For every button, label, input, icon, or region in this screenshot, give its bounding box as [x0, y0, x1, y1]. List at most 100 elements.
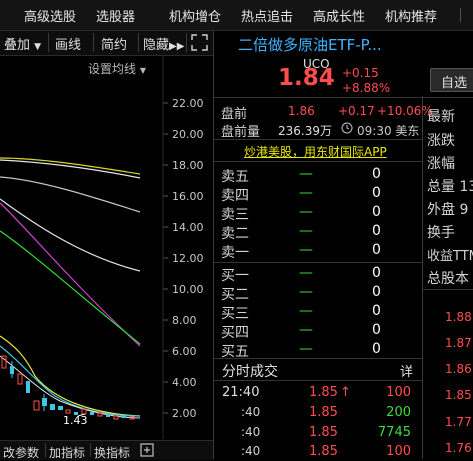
simple-mode-button[interactable]: 简约: [101, 34, 127, 53]
nav-divider: [460, 8, 461, 22]
promo-link[interactable]: 炒港美股，用东财国际APP: [244, 143, 387, 160]
bid-price: —: [299, 303, 313, 319]
tick-price: 1.85: [309, 405, 338, 420]
ask-level-label: 卖四: [221, 188, 249, 204]
price-axis: 22.00 20.00 18.00 16.00 14.00 12.00 10.00 8.00 6…: [163, 97, 204, 420]
bid-volume: 0: [372, 322, 381, 338]
nav-stock-screener[interactable]: 选股器: [96, 6, 135, 25]
divider: [214, 380, 422, 381]
nav-high-growth[interactable]: 高成长性: [313, 6, 365, 25]
ask-level-label: 卖二: [221, 226, 249, 242]
chart-bottom-toolbar: 改参数 加指标 换指标: [0, 440, 213, 460]
stat-change: 涨跌: [427, 133, 455, 149]
stat-total-volume: 总量 13: [427, 179, 473, 195]
stock-name[interactable]: 二倍做多原油ETF-P...: [238, 34, 382, 55]
ask-price: —: [299, 204, 313, 220]
change-params-button[interactable]: 改参数: [3, 444, 39, 461]
overlay-button[interactable]: 叠加 ▼: [4, 34, 41, 53]
fullscreen-icon[interactable]: [191, 34, 208, 51]
ask-price: —: [299, 185, 313, 201]
nav-hot-topics[interactable]: 热点追击: [241, 6, 293, 25]
tick-volume: 100: [386, 385, 411, 400]
expand-icon[interactable]: [140, 443, 154, 457]
divider: [214, 262, 422, 263]
tick-time: :40: [241, 405, 261, 419]
chart-toolbar: 叠加 ▼ 画线 简约 隐藏▶▶: [0, 31, 213, 56]
tick-detail-button[interactable]: 详: [400, 361, 413, 380]
bid-price: —: [299, 265, 313, 281]
arrow-up-icon: ↑: [339, 385, 351, 400]
price-change-pct: +8.88%: [342, 81, 391, 95]
price-axis-label: 22.00: [172, 97, 204, 110]
price-axis-label: 18.00: [172, 159, 204, 172]
divider: [423, 289, 473, 290]
tick-volume: 100: [386, 444, 411, 459]
divider: [214, 97, 473, 98]
ladder-price: 1.88: [445, 310, 472, 324]
toolbar-divider: [186, 33, 187, 52]
top-nav-bar: 高级选股 选股器 机构增仓 热点追击 高成长性 机构推荐: [0, 0, 473, 31]
premarket-volume: 236.39万: [278, 124, 332, 138]
tick-time: 21:40: [222, 385, 260, 400]
ladder-price: 1.86: [445, 362, 472, 376]
add-indicator-button[interactable]: 加指标: [49, 444, 85, 461]
add-watchlist-button[interactable]: 自选: [430, 68, 473, 92]
ask-price: —: [299, 223, 313, 239]
ma-line-white: [0, 159, 141, 179]
add-watchlist-label: 自选: [441, 76, 468, 91]
ladder-price: 1.77: [445, 415, 472, 429]
price-axis-label: 14.00: [172, 221, 204, 234]
tick-price: 1.85: [309, 444, 338, 459]
candlestick-chart[interactable]: 22.00 20.00 18.00 16.00 14.00 12.00 10.00 8.00 6…: [0, 56, 213, 439]
stat-change-pct: 涨幅: [427, 156, 455, 172]
price-axis-label: 6.00: [172, 345, 197, 358]
panel-divider: [213, 31, 214, 459]
ma-line-light: [0, 198, 141, 272]
premarket-volume-label: 盘前量: [221, 125, 261, 140]
bid-volume: 0: [372, 284, 381, 300]
hide-button[interactable]: 隐藏▶▶: [143, 34, 184, 53]
tick-price: 1.85 ↑: [309, 385, 351, 400]
ma-line-green: [0, 230, 141, 345]
price-axis-label: 20.00: [172, 128, 204, 141]
bid-level-label: 买二: [221, 287, 249, 303]
toolbar-divider: [48, 33, 49, 52]
tick-volume: 200: [386, 405, 411, 420]
price-change: +0.15: [342, 66, 379, 80]
ma-line-cyan: [0, 345, 141, 417]
divider: [214, 161, 422, 162]
bid-price: —: [299, 341, 313, 357]
tick-price: 1.85: [309, 425, 338, 440]
premarket-change-pct: +10.06%: [377, 104, 433, 118]
stat-latest: 最新: [427, 109, 455, 125]
draw-line-button[interactable]: 画线: [55, 34, 81, 53]
switch-indicator-button[interactable]: 换指标: [94, 444, 130, 461]
divider: [214, 139, 422, 140]
nav-institutional-holdings[interactable]: 机构增仓: [169, 6, 221, 25]
bid-price: —: [299, 322, 313, 338]
divider: [214, 358, 422, 359]
ask-level-label: 卖五: [221, 169, 249, 185]
premarket-change: +0.17: [338, 104, 375, 118]
stat-outer-volume: 外盘 9: [427, 202, 469, 218]
price-axis-label: 12.00: [172, 252, 204, 265]
price-axis-label: 10.00: [172, 283, 204, 296]
ladder-price: 1.85: [445, 388, 472, 402]
price-axis-label: 8.00: [172, 314, 197, 327]
ask-volume: 0: [372, 242, 381, 258]
chevron-down-icon: ▼: [34, 42, 42, 52]
nav-institution-picks[interactable]: 机构推荐: [385, 6, 437, 25]
premarket-label: 盘前: [221, 107, 248, 122]
bid-level-label: 买三: [221, 306, 249, 322]
divider: [45, 443, 46, 457]
panel-divider: [422, 96, 423, 459]
bid-level-label: 买四: [221, 325, 249, 341]
nav-advanced-stock-picker[interactable]: 高级选股: [24, 6, 76, 25]
ask-price: —: [299, 166, 313, 182]
ask-volume: 0: [372, 223, 381, 239]
ask-volume: 0: [372, 204, 381, 220]
premarket-time: 09:30 美东: [357, 124, 420, 138]
stat-turnover: 换手: [427, 225, 455, 241]
price-axis-label: 16.00: [172, 190, 204, 203]
bid-volume: 0: [372, 265, 381, 281]
